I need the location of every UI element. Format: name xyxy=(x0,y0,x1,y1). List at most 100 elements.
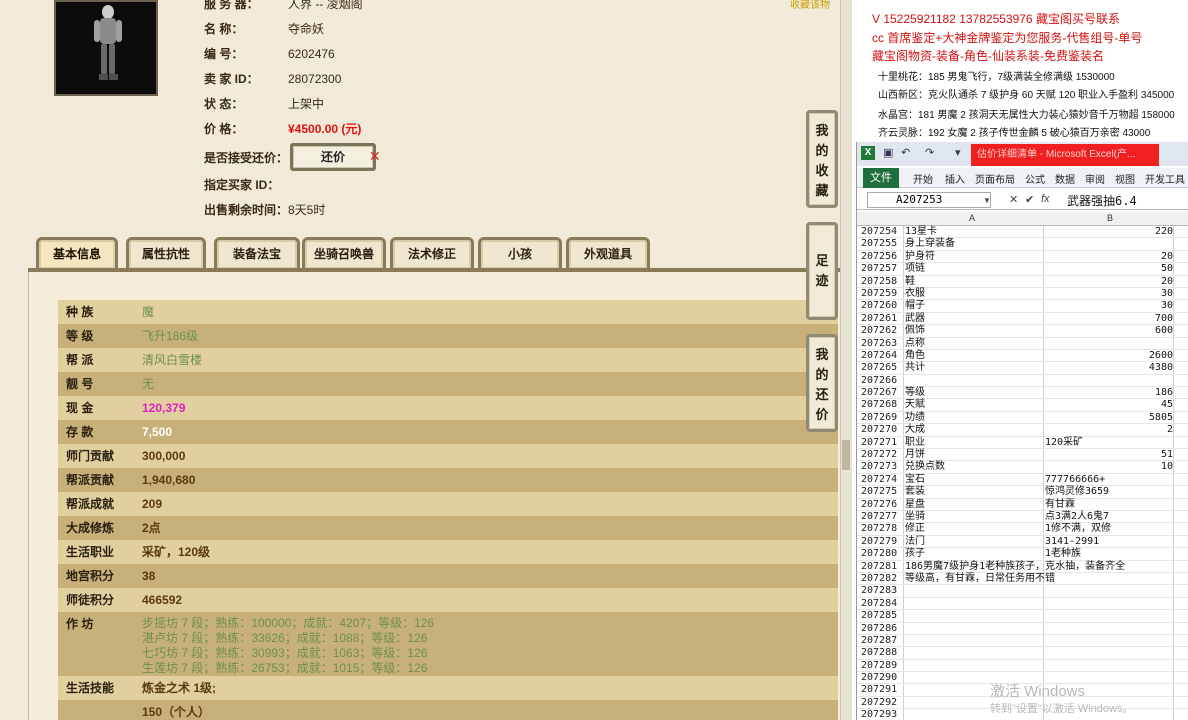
row-number[interactable]: 207273 xyxy=(861,461,903,473)
row-number[interactable]: 207269 xyxy=(861,412,903,424)
ribbon-tab-developer[interactable]: 开发工具 xyxy=(1145,171,1185,186)
row-number[interactable]: 207291 xyxy=(861,684,903,696)
row-number[interactable]: 207275 xyxy=(861,486,903,498)
row-number[interactable]: 207288 xyxy=(861,647,903,659)
row-number[interactable]: 207255 xyxy=(861,238,903,250)
tab-appearance[interactable]: 外观道具 xyxy=(566,237,650,269)
row-number[interactable]: 207290 xyxy=(861,672,903,684)
cell-b[interactable]: 4380 xyxy=(1045,362,1173,374)
tab-attributes[interactable]: 属性抗性 xyxy=(126,237,206,269)
row-number[interactable]: 207267 xyxy=(861,387,903,399)
name-box[interactable]: A207253 xyxy=(867,192,991,208)
row-number[interactable]: 207293 xyxy=(861,709,903,720)
cell-a[interactable]: 身上穿装备 xyxy=(905,238,955,250)
cell-b[interactable]: 20 xyxy=(1045,276,1173,288)
counter-offer-button[interactable]: 还价 xyxy=(290,143,376,171)
ribbon-tab-insert[interactable]: 插入 xyxy=(945,171,965,186)
ribbon-tab-file[interactable]: 文件 xyxy=(863,168,899,188)
row-number[interactable]: 207278 xyxy=(861,523,903,535)
row-number[interactable]: 207264 xyxy=(861,350,903,362)
cell-a[interactable]: 武器 xyxy=(905,313,925,325)
ribbon-tab-review[interactable]: 审阅 xyxy=(1085,171,1105,186)
row-number[interactable]: 207259 xyxy=(861,288,903,300)
cell-a[interactable]: 项链 xyxy=(905,263,925,275)
cell-b[interactable]: 186 xyxy=(1045,387,1173,399)
cell-a[interactable]: 等级高，有甘霖，日常任务用不错 xyxy=(905,573,1055,585)
tab-mounts[interactable]: 坐骑召唤兽 xyxy=(302,237,386,269)
cell-a[interactable]: 法门 xyxy=(905,536,925,548)
row-number[interactable]: 207292 xyxy=(861,697,903,709)
row-number[interactable]: 207289 xyxy=(861,660,903,672)
row-number[interactable]: 207268 xyxy=(861,399,903,411)
tab-equipment[interactable]: 装备法宝 xyxy=(214,237,300,269)
page-scrollbar[interactable] xyxy=(840,0,852,720)
my-favorites-button[interactable]: 我 的 收 藏 xyxy=(806,110,838,208)
row-number[interactable]: 207270 xyxy=(861,424,903,436)
row-number[interactable]: 207285 xyxy=(861,610,903,622)
cell-a[interactable]: 共计 xyxy=(905,362,925,374)
row-number[interactable]: 207283 xyxy=(861,585,903,597)
row-number[interactable]: 207257 xyxy=(861,263,903,275)
tab-basic-info[interactable]: 基本信息 xyxy=(36,237,118,269)
cell-b[interactable]: 50 xyxy=(1045,263,1173,275)
cell-a[interactable]: 兑换点数 xyxy=(905,461,945,473)
cell-b[interactable]: 600 xyxy=(1045,325,1173,337)
row-number[interactable]: 207258 xyxy=(861,276,903,288)
cell-b[interactable]: 777766666+ xyxy=(1045,474,1105,486)
cell-a[interactable]: 月饼 xyxy=(905,449,925,461)
cell-b[interactable]: 1老种族 xyxy=(1045,548,1081,560)
cell-b[interactable]: 有甘霖 xyxy=(1045,499,1075,511)
function-icon[interactable]: fx xyxy=(1041,193,1050,205)
save-icon[interactable]: ▣ xyxy=(883,146,893,159)
cell-a[interactable]: 修正 xyxy=(905,523,925,535)
cell-a[interactable]: 佩饰 xyxy=(905,325,925,337)
ribbon-tab-formula[interactable]: 公式 xyxy=(1025,171,1045,186)
row-number[interactable]: 207279 xyxy=(861,536,903,548)
spreadsheet-grid[interactable]: 207254 13星卡 220 207255 身上穿装备 207256 护身符 20 20725… xyxy=(857,226,1188,720)
row-number[interactable]: 207276 xyxy=(861,499,903,511)
cell-a[interactable]: 点称 xyxy=(905,338,925,350)
tab-spells[interactable]: 法术修正 xyxy=(390,237,474,269)
row-number[interactable]: 207286 xyxy=(861,623,903,635)
row-number[interactable]: 207287 xyxy=(861,635,903,647)
cell-b[interactable]: 45 xyxy=(1045,399,1173,411)
footprint-button[interactable]: 足 迹 xyxy=(806,222,838,320)
favorite-link[interactable]: 收藏该物 xyxy=(790,0,830,11)
row-number[interactable]: 207256 xyxy=(861,251,903,263)
cell-b[interactable]: 51 xyxy=(1045,449,1173,461)
cancel-icon[interactable]: ✕ xyxy=(1009,193,1018,206)
name-box-dropdown-icon[interactable]: ▼ xyxy=(983,196,991,205)
cell-a[interactable]: 坐骑 xyxy=(905,511,925,523)
qat-dropdown-icon[interactable]: ▾ xyxy=(955,146,961,159)
cell-a[interactable]: 大成 xyxy=(905,424,925,436)
cell-a[interactable]: 套装 xyxy=(905,486,925,498)
cell-a[interactable]: 职业 xyxy=(905,437,925,449)
cell-a[interactable]: 等级 xyxy=(905,387,925,399)
cell-b[interactable]: 10 xyxy=(1045,461,1173,473)
col-a-header[interactable]: A xyxy=(969,213,975,223)
cell-b[interactable]: 2600 xyxy=(1045,350,1173,362)
row-number[interactable]: 207261 xyxy=(861,313,903,325)
row-number[interactable]: 207282 xyxy=(861,573,903,585)
row-number[interactable]: 207265 xyxy=(861,362,903,374)
cell-a[interactable]: 宝石 xyxy=(905,474,925,486)
row-number[interactable]: 207260 xyxy=(861,300,903,312)
ribbon-tab-layout[interactable]: 页面布局 xyxy=(975,171,1015,186)
row-number[interactable]: 207272 xyxy=(861,449,903,461)
cell-b[interactable]: 220 xyxy=(1045,226,1173,238)
row-number[interactable]: 207262 xyxy=(861,325,903,337)
cell-b[interactable]: 30 xyxy=(1045,300,1173,312)
cell-a[interactable]: 孩子 xyxy=(905,548,925,560)
cell-b[interactable]: 惊鸿灵修3659 xyxy=(1045,486,1109,498)
ribbon-tab-view[interactable]: 视图 xyxy=(1115,171,1135,186)
cell-b[interactable]: 2 xyxy=(1045,424,1173,436)
cell-b[interactable]: 点3满2人6鬼7 xyxy=(1045,511,1109,523)
row-number[interactable]: 207266 xyxy=(861,375,903,387)
cell-a[interactable]: 护身符 xyxy=(905,251,935,263)
row-number[interactable]: 207254 xyxy=(861,226,903,238)
row-number[interactable]: 207284 xyxy=(861,598,903,610)
scrollbar-thumb[interactable] xyxy=(842,440,850,470)
ribbon-tab-home[interactable]: 开始 xyxy=(913,171,933,186)
cell-a[interactable]: 天赋 xyxy=(905,399,925,411)
row-number[interactable]: 207277 xyxy=(861,511,903,523)
